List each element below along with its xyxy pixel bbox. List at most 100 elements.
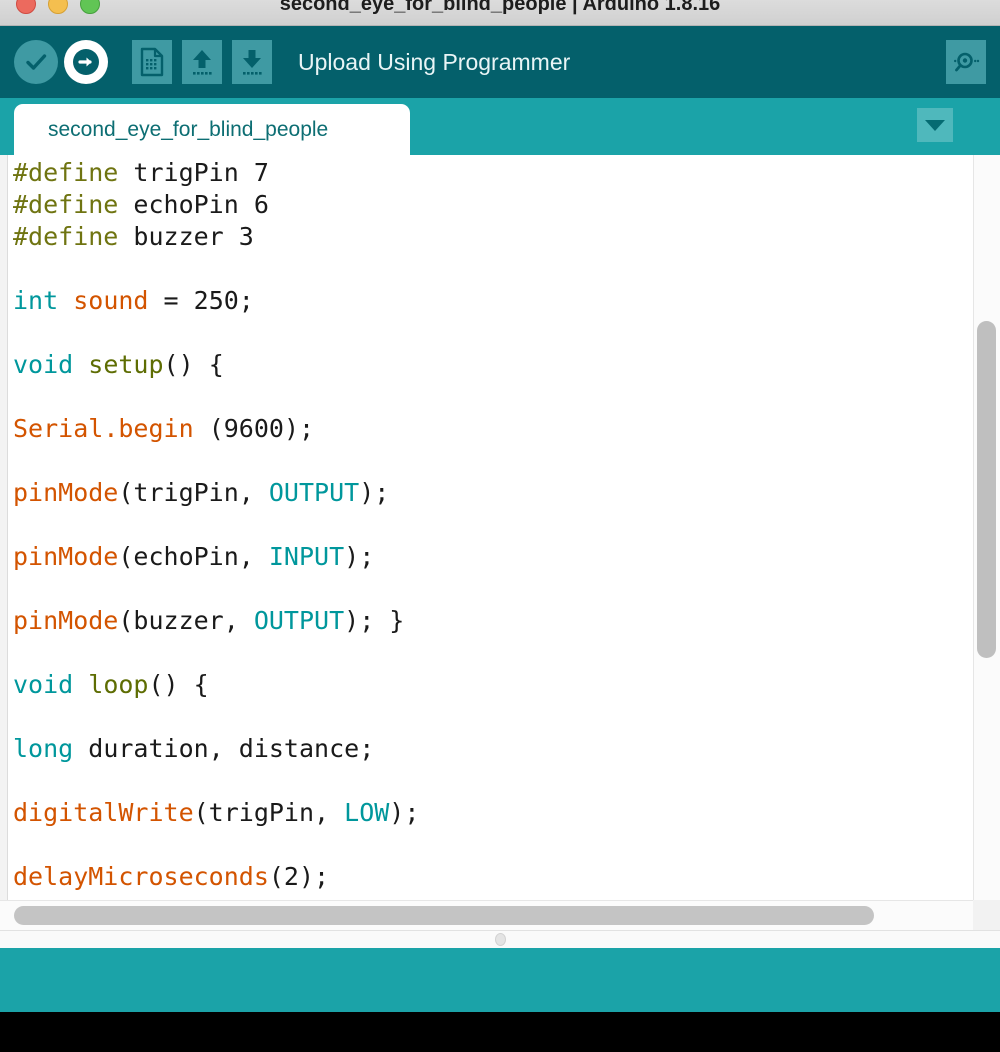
code-token: () { [163, 350, 224, 379]
code-token: #define [13, 190, 119, 219]
code-token: begin [118, 414, 194, 443]
console-panel[interactable] [0, 1012, 1000, 1052]
sketch-tab-label: second_eye_for_blind_people [48, 117, 329, 141]
arrow-down-icon [243, 50, 262, 75]
code-line: pinMode(echoPin, INPUT); [13, 541, 961, 573]
code-token: void [13, 350, 74, 379]
code-line: Serial.begin (9600); [13, 413, 961, 445]
code-token: #define [13, 222, 119, 251]
title-bar: second_eye_for_blind_people | Arduino 1.… [0, 0, 1000, 26]
code-token: () { [148, 670, 209, 699]
code-line: #define buzzer 3 [13, 221, 961, 253]
chevron-down-icon [925, 119, 945, 131]
code-token: (2); [268, 862, 330, 891]
code-token: (echoPin, [118, 542, 269, 571]
code-token: OUTPUT [268, 478, 360, 507]
new-sketch-button[interactable] [132, 40, 172, 84]
code-token: duration, distance; [73, 734, 375, 763]
code-token: pinMode [13, 606, 119, 635]
code-token: loop [88, 670, 149, 699]
toolbar-action-text: Upload Using Programmer [298, 48, 571, 75]
scrollbar-corner [973, 900, 1000, 930]
code-token: (9600); [193, 414, 315, 443]
magnifier-icon [954, 52, 980, 72]
tab-menu-button[interactable] [917, 108, 953, 142]
code-line: void loop() { [13, 669, 961, 701]
editor-vertical-scrollbar[interactable] [973, 155, 1000, 900]
code-line: delayMicroseconds(2); [13, 861, 961, 893]
code-line: #define echoPin 6 [13, 189, 961, 221]
code-editor[interactable]: #define trigPin 7 #define echoPin 6 #defin… [0, 155, 1000, 930]
code-text[interactable]: #define trigPin 7 #define echoPin 6 #defin… [13, 155, 961, 900]
code-token: sound [73, 286, 149, 315]
sketch-tab[interactable]: second_eye_for_blind_people [14, 104, 410, 155]
code-line: #define trigPin 7 [13, 157, 961, 189]
save-sketch-button[interactable] [232, 40, 272, 84]
code-line: pinMode(trigPin, OUTPUT); [13, 477, 961, 509]
code-token: ); } [344, 606, 405, 635]
code-token: (buzzer, [118, 606, 254, 635]
verify-button[interactable] [14, 40, 58, 84]
status-message [0, 948, 1000, 964]
upload-button[interactable] [64, 40, 108, 84]
code-token: Serial [13, 414, 104, 443]
code-token: ); [344, 542, 375, 571]
serial-monitor-button[interactable] [946, 40, 986, 84]
toolbar: Upload Using Programmer [0, 26, 1000, 98]
code-token: (trigPin, [118, 478, 269, 507]
code-token: ); [359, 478, 390, 507]
code-token: long [13, 734, 74, 763]
code-token: (trigPin, [193, 798, 345, 827]
code-token: . [103, 414, 119, 443]
vertical-scrollbar-thumb[interactable] [977, 321, 996, 658]
code-token: trigPin 7 [118, 158, 269, 187]
code-token: #define [13, 158, 119, 187]
tab-bar: second_eye_for_blind_people [0, 98, 1000, 155]
code-token: INPUT [268, 542, 345, 571]
code-token: int [13, 286, 59, 315]
code-token: echoPin 6 [118, 190, 269, 219]
horizontal-scrollbar-thumb[interactable] [14, 906, 874, 925]
code-line: pinMode(buzzer, OUTPUT); } [13, 605, 961, 637]
code-token: pinMode [13, 478, 119, 507]
window-title: second_eye_for_blind_people | Arduino 1.… [279, 0, 721, 15]
console-output [0, 1012, 1000, 1024]
code-token: delayMicroseconds [13, 862, 269, 891]
code-token: OUTPUT [253, 606, 345, 635]
open-sketch-button[interactable] [182, 40, 222, 84]
code-token: buzzer 3 [118, 222, 254, 251]
code-token: pinMode [13, 542, 119, 571]
editor-gutter [0, 155, 8, 930]
code-line: int sound = 250; [13, 285, 961, 317]
status-bar [0, 948, 1000, 1012]
editor-console-splitter[interactable] [0, 930, 1000, 948]
code-token: = 250; [148, 286, 254, 315]
new-file-icon [140, 47, 164, 77]
arduino-ide-window: second_eye_for_blind_people | Arduino 1.… [0, 0, 1000, 1052]
code-token: void [13, 670, 74, 699]
arrow-right-icon [73, 49, 99, 75]
code-line: long duration, distance; [13, 733, 961, 765]
code-line: void setup() { [13, 349, 961, 381]
code-token: ); [389, 798, 420, 827]
splitter-grip-icon[interactable] [494, 933, 506, 946]
code-token: digitalWrite [13, 798, 194, 827]
code-token: LOW [344, 798, 390, 827]
code-line: digitalWrite(trigPin, LOW); [13, 797, 961, 829]
checkmark-icon [26, 54, 47, 70]
code-token: setup [88, 350, 164, 379]
arrow-up-icon [193, 50, 212, 75]
